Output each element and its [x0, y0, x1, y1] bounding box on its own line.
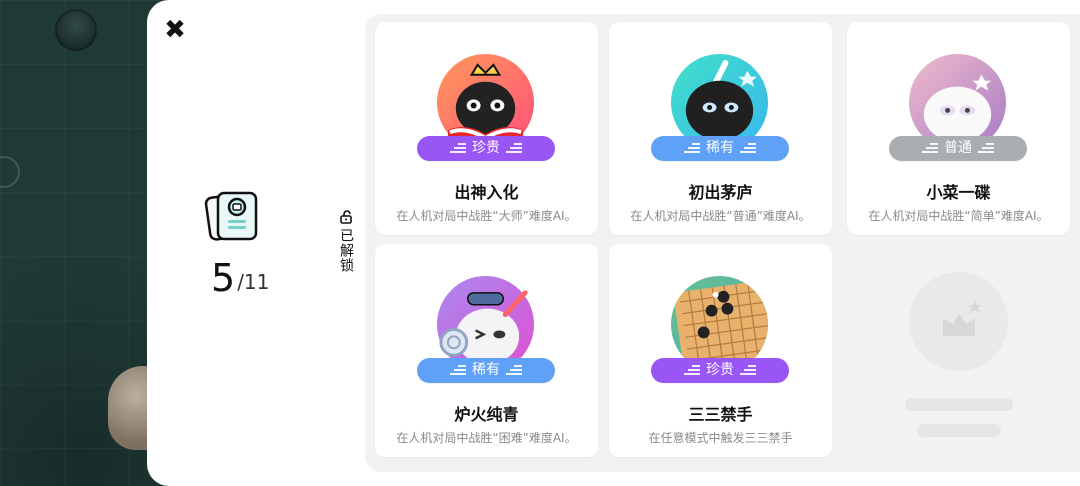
badge-label: 普通	[944, 140, 972, 156]
achievement-title: 初出茅庐	[688, 183, 753, 202]
badge-label: 珍贵	[706, 362, 734, 378]
rarity-badge: 珍贵	[417, 136, 555, 161]
achievement-title: 小菜一碟	[926, 183, 991, 202]
locked-achievement-icon	[909, 272, 1008, 371]
unlocked-tab[interactable]: 已解锁	[334, 210, 358, 277]
placeholder-title-line	[905, 398, 1013, 411]
badge-label: 珍贵	[472, 140, 500, 156]
achievement-card[interactable]: 珍贵 出神入化 在人机对局中战胜“大师”难度AI。	[375, 22, 598, 235]
total-number: /11	[237, 270, 270, 294]
badge-stripes-right	[978, 141, 994, 153]
badge-label: 稀有	[472, 362, 500, 378]
badge-stripes-left	[450, 363, 466, 375]
rarity-badge: 稀有	[651, 136, 789, 161]
achievement-title: 出神入化	[454, 183, 519, 202]
achievement-grid: 珍贵 出神入化 在人机对局中战胜“大师”难度AI。 稀有 初出茅庐 在人机对局中…	[365, 14, 1080, 472]
unlocked-number: 5	[211, 256, 236, 300]
badge-stripes-right	[506, 141, 522, 153]
achievement-card[interactable]: 珍贵 三三禁手 在任意模式中触发三三禁手	[609, 244, 832, 457]
unlocked-tab-label: 已解锁	[338, 228, 354, 273]
achievement-description: 在人机对局中战胜“简单”难度AI。	[868, 209, 1049, 223]
close-button[interactable]: ✖	[163, 17, 187, 43]
badge-stripes-left	[450, 141, 466, 153]
achievement-description: 在人机对局中战胜“困难”难度AI。	[396, 431, 577, 445]
placeholder-desc-line	[917, 424, 1001, 437]
achievement-card[interactable]: 稀有 初出茅庐 在人机对局中战胜“普通”难度AI。	[609, 22, 832, 235]
achievement-card-stack-icon	[204, 190, 268, 242]
badge-label: 稀有	[706, 140, 734, 156]
badge-stripes-right	[740, 363, 756, 375]
badge-stripes-left	[684, 141, 700, 153]
badge-stripes-left	[684, 363, 700, 375]
badge-stripes-right	[740, 141, 756, 153]
rarity-badge: 珍贵	[651, 358, 789, 383]
achievement-description: 在任意模式中触发三三禁手	[648, 431, 793, 445]
badge-stripes-left	[922, 141, 938, 153]
achievement-title: 炉火纯青	[454, 405, 519, 424]
rarity-badge: 稀有	[417, 358, 555, 383]
player-avatar	[55, 9, 97, 51]
achievement-title: 三三禁手	[688, 405, 753, 424]
achievement-description: 在人机对局中战胜“普通”难度AI。	[630, 209, 811, 223]
rarity-badge: 普通	[889, 136, 1027, 161]
achievement-card[interactable]: 稀有 炉火纯青 在人机对局中战胜“困难”难度AI。	[375, 244, 598, 457]
unlocked-count: 5/11	[211, 256, 269, 300]
locked-achievement-card	[847, 244, 1070, 457]
badge-stripes-right	[506, 363, 522, 375]
achievements-modal: ✖ 5/11 已解锁 珍贵 出神入化 在人机对局中战胜“大师”难度AI。 稀有 …	[147, 0, 1080, 486]
unlock-icon	[340, 210, 352, 224]
achievement-card[interactable]: 普通 小菜一碟 在人机对局中战胜“简单”难度AI。	[847, 22, 1070, 235]
achievement-description: 在人机对局中战胜“大师”难度AI。	[396, 209, 577, 223]
